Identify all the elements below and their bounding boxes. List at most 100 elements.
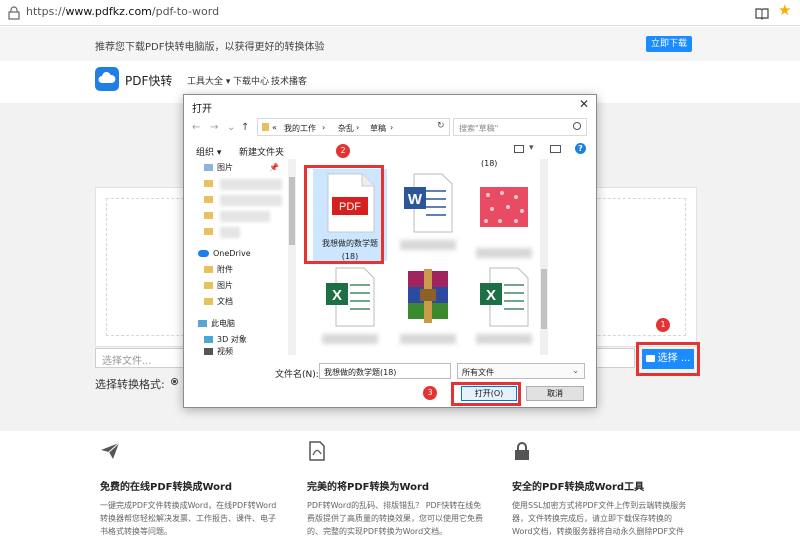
view-options-icon[interactable] xyxy=(514,145,524,153)
browser-address-bar: https://www.pdfkz.com/pdf-to-word ★ xyxy=(0,0,800,26)
up-arrow-icon[interactable]: ↑ xyxy=(241,122,249,133)
step-badge-2: 2 xyxy=(336,144,350,158)
pdf-file-icon xyxy=(309,441,325,461)
tree-item-videos[interactable]: 视频 xyxy=(204,347,233,355)
url-field[interactable]: https://www.pdfkz.com/pdf-to-word xyxy=(26,5,219,18)
nav-download-center[interactable]: 下载中心 xyxy=(233,74,269,87)
scroll-thumb[interactable] xyxy=(289,177,295,245)
tree-item-pictures[interactable]: 图片 📌 xyxy=(204,161,279,175)
file-grid-scrollbar[interactable] xyxy=(540,159,548,355)
tree-scrollbar[interactable] xyxy=(288,159,296,355)
breadcrumb-sep: › xyxy=(322,123,326,132)
feature-desc: 一键完成PDF文件转换成Word，在线PDF转Word转换器帮您轻松解决发票、工… xyxy=(100,501,277,536)
file-item-archive[interactable] xyxy=(389,267,467,344)
back-arrow-icon[interactable]: ← xyxy=(192,122,200,133)
search-input[interactable]: 搜索"草稿" xyxy=(453,118,587,136)
video-icon xyxy=(204,348,213,355)
feature-title: 免费的在线PDF转换成Word xyxy=(100,482,233,493)
tree-item-blurred[interactable] xyxy=(204,225,217,239)
promo-text: 推荐您下载PDF快转电脑版，以获得更好的转换体验 xyxy=(95,42,325,53)
cube-icon xyxy=(204,336,213,343)
tree-item-this-pc[interactable]: 此电脑 xyxy=(198,317,235,331)
svg-text:X: X xyxy=(332,287,342,304)
excel-file-icon: X xyxy=(480,267,529,327)
feature-title: 安全的PDF转换成Word工具 xyxy=(512,482,645,493)
refresh-icon[interactable]: ↻ xyxy=(437,121,445,131)
help-icon[interactable]: ? xyxy=(575,143,586,154)
filename-input[interactable]: 我想做的数学题(18) xyxy=(319,363,451,379)
highlight-box-choose xyxy=(636,342,700,376)
filename-label: 文件名(N): xyxy=(275,370,319,380)
excel-file-icon: X xyxy=(326,267,375,327)
file-item-word[interactable]: W xyxy=(389,173,467,250)
folder-icon xyxy=(204,282,213,289)
organize-menu[interactable]: 组织 ▾ xyxy=(196,145,221,158)
preview-pane-icon[interactable] xyxy=(550,145,561,153)
breadcrumb-sep: › xyxy=(356,123,360,132)
navigation-pane: 图片 📌 OneDrive 附件 图片 文档 此电脑 3D 对象 视频 xyxy=(190,159,298,355)
step-badge-3: 3 xyxy=(423,386,437,400)
feature-perfect: 完美的将PDF转换为Word PDF转Word的乱码、排版错乱？ PDF快转在线… xyxy=(307,441,485,538)
folder-icon xyxy=(204,228,213,235)
filetype-select[interactable]: 所有文件 ⌄ xyxy=(457,363,585,379)
breadcrumb-overflow[interactable]: « xyxy=(272,123,277,132)
word-file-icon: W xyxy=(404,173,453,233)
tree-item-documents[interactable]: 文档 xyxy=(204,295,233,309)
recent-dropdown-icon[interactable]: ⌄ xyxy=(227,122,235,133)
reading-view-icon[interactable] xyxy=(755,6,769,20)
scroll-thumb[interactable] xyxy=(541,269,547,329)
step-badge-1: 1 xyxy=(656,318,670,332)
folder-icon xyxy=(204,266,213,273)
tree-item-onedrive-pictures[interactable]: 图片 xyxy=(204,279,233,293)
highlight-box-pdf-file xyxy=(304,165,384,264)
folder-icon xyxy=(204,298,213,305)
feature-title: 完美的将PDF转换为Word xyxy=(307,482,430,493)
file-item-excel-1[interactable]: X xyxy=(311,267,389,344)
file-item-image[interactable] xyxy=(465,181,543,258)
new-folder-button[interactable]: 新建文件夹 xyxy=(239,145,284,158)
breadcrumb-drafts[interactable]: 草稿 xyxy=(370,123,386,134)
file-item-excel-2[interactable]: X xyxy=(465,267,543,344)
tree-item-blurred[interactable] xyxy=(204,209,217,223)
promo-bar: 推荐您下载PDF快转电脑版，以获得更好的转换体验 立即下载 xyxy=(0,27,800,61)
image-thumbnail-icon xyxy=(480,187,528,227)
archive-file-icon xyxy=(408,269,448,323)
forward-arrow-icon[interactable]: → xyxy=(210,122,218,133)
breadcrumb-my-work[interactable]: 我的工作 xyxy=(284,123,316,134)
blurred-file-name xyxy=(400,240,456,250)
format-label: 选择转换格式: xyxy=(95,378,165,391)
cancel-button[interactable]: 取消 xyxy=(526,386,584,401)
folder-icon xyxy=(262,123,269,131)
blurred-file-name xyxy=(400,334,456,344)
nav-tech-blog[interactable]: 技术播客 xyxy=(271,74,307,87)
feature-free: 免费的在线PDF转换成Word 一键完成PDF文件转换成Word，在线PDF转W… xyxy=(100,441,278,538)
nav-tools[interactable]: 工具大全 ▾ xyxy=(187,74,230,87)
close-icon[interactable]: ✕ xyxy=(579,97,589,111)
cloud-logo-icon[interactable] xyxy=(95,67,119,91)
computer-icon xyxy=(198,320,207,327)
format-radio[interactable] xyxy=(171,378,178,385)
view-dropdown-icon[interactable]: ▾ xyxy=(529,143,534,153)
highlight-box-open xyxy=(451,382,521,406)
svg-text:W: W xyxy=(408,191,423,208)
download-now-button[interactable]: 立即下载 xyxy=(646,36,692,52)
feature-desc: 使用SSL加密方式将PDF文件上传到云端转换服务器，文件转换完成后，请立即下载保… xyxy=(512,501,687,536)
tree-item-blurred[interactable] xyxy=(204,177,217,191)
svg-text:X: X xyxy=(486,287,496,304)
folder-icon xyxy=(204,180,213,187)
cloud-icon xyxy=(198,250,209,257)
blurred-file-name xyxy=(322,334,378,344)
favorite-star-icon[interactable]: ★ xyxy=(778,3,791,18)
tree-item-3d-objects[interactable]: 3D 对象 xyxy=(204,333,247,347)
feature-desc: PDF转Word的乱码、排版错乱？ PDF快转在线免费版提供了高质量的转换效果，… xyxy=(307,501,483,536)
folder-icon xyxy=(204,196,213,203)
address-breadcrumb[interactable]: « 我的工作 › 杂乱 › 草稿 › xyxy=(257,118,450,136)
tree-item-onedrive[interactable]: OneDrive xyxy=(198,247,251,261)
paper-plane-icon xyxy=(101,442,120,459)
tree-item-attachments[interactable]: 附件 xyxy=(204,263,233,277)
tree-item-blurred[interactable] xyxy=(204,193,217,207)
breadcrumb-misc[interactable]: 杂乱 xyxy=(338,123,354,134)
feature-secure: 安全的PDF转换成Word工具 使用SSL加密方式将PDF文件上传到云端转换服务… xyxy=(512,441,690,540)
lock-icon xyxy=(8,6,20,20)
site-logo-text[interactable]: PDF快转 xyxy=(125,72,172,89)
